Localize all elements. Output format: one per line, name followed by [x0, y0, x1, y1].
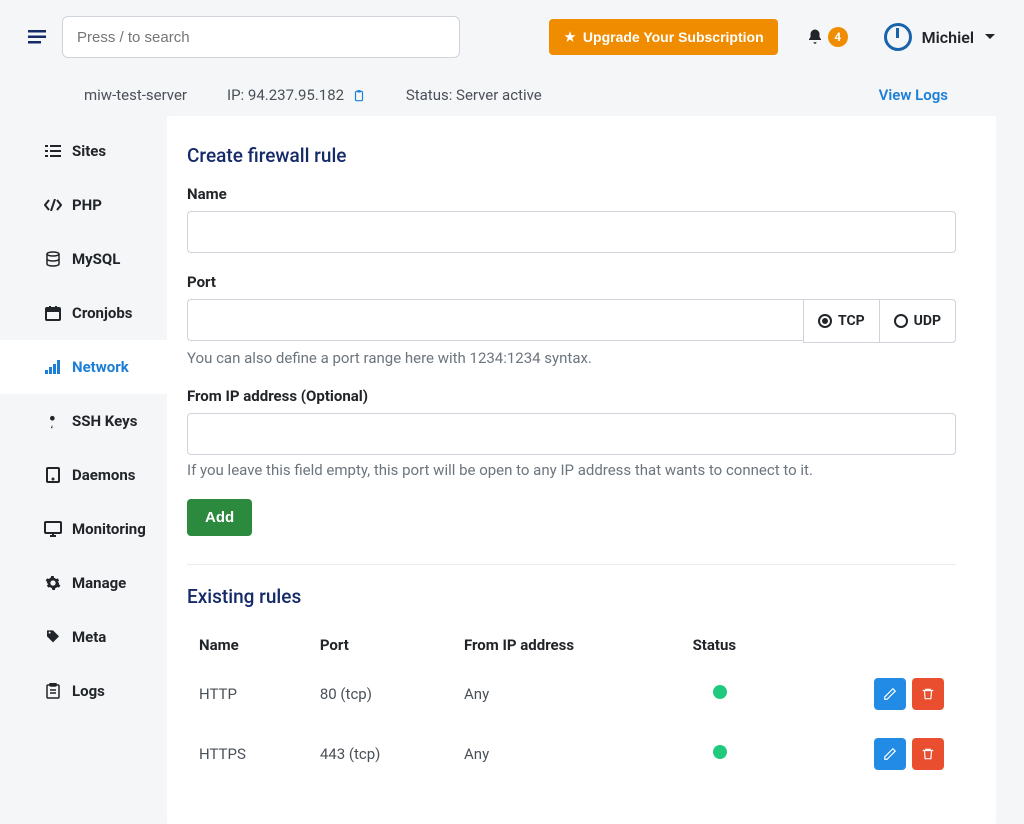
add-button[interactable]: Add [187, 499, 252, 536]
table-row: HTTPS 443 (tcp) Any [187, 724, 956, 784]
main-content: Create firewall rule Name Port TCP UDP [167, 116, 996, 824]
port-label: Port [187, 273, 956, 291]
table-row: HTTP 80 (tcp) Any [187, 664, 956, 724]
star-icon [563, 30, 577, 44]
list-icon [44, 144, 62, 158]
status-active-icon [713, 745, 727, 759]
sidebar-item-daemons[interactable]: Daemons [0, 448, 167, 502]
col-status: Status [681, 626, 796, 664]
view-logs-link[interactable]: View Logs [879, 86, 996, 104]
fromip-label: From IP address (Optional) [187, 387, 956, 405]
menu-toggle-icon[interactable] [28, 30, 46, 44]
sidebar-item-mysql[interactable]: MySQL [0, 232, 167, 286]
existing-title: Existing rules [187, 585, 956, 608]
delete-button[interactable] [912, 678, 944, 710]
fromip-help-text: If you leave this field empty, this port… [187, 461, 956, 479]
notifications-button[interactable]: 4 [806, 27, 848, 47]
bell-icon [806, 27, 824, 47]
notification-count: 4 [828, 27, 848, 47]
sidebar-item-network[interactable]: Network [0, 340, 167, 394]
protocol-tcp-radio[interactable]: TCP [804, 300, 879, 342]
divider [187, 564, 956, 565]
sidebar-item-manage[interactable]: Manage [0, 556, 167, 610]
sidebar-item-sites[interactable]: Sites [0, 124, 167, 178]
sidebar-item-sshkeys[interactable]: SSH Keys [0, 394, 167, 448]
sidebar-item-meta[interactable]: Meta [0, 610, 167, 664]
sidebar-item-monitoring[interactable]: Monitoring [0, 502, 167, 556]
gear-icon [44, 575, 62, 591]
edit-button[interactable] [874, 738, 906, 770]
calendar-icon [44, 305, 62, 321]
tag-icon [44, 629, 62, 645]
protocol-udp-radio[interactable]: UDP [879, 300, 955, 342]
status-active-icon [713, 685, 727, 699]
server-ip: IP: 94.237.95.182 [227, 86, 366, 104]
user-name: Michiel [922, 28, 974, 47]
name-input[interactable] [187, 211, 956, 253]
form-title: Create firewall rule [187, 144, 956, 167]
key-icon [44, 413, 62, 429]
sidebar-item-logs[interactable]: Logs [0, 664, 167, 718]
server-name: miw-test-server [84, 86, 187, 104]
port-input[interactable] [187, 299, 803, 341]
chevron-down-icon [984, 33, 996, 41]
search-input[interactable] [62, 16, 460, 58]
sidebar-item-php[interactable]: PHP [0, 178, 167, 232]
clipboard-icon[interactable] [352, 86, 366, 104]
delete-button[interactable] [912, 738, 944, 770]
upgrade-label: Upgrade Your Subscription [583, 29, 764, 45]
clipboard-list-icon [44, 683, 62, 699]
radio-checked-icon [818, 314, 832, 328]
server-status: Status: Server active [406, 86, 542, 104]
name-label: Name [187, 185, 956, 203]
sidebar: Sites PHP MySQL Cronjobs Network SSH Key… [0, 116, 167, 824]
user-menu[interactable]: Michiel [884, 23, 996, 51]
rules-table: Name Port From IP address Status HTTP 80… [187, 626, 956, 784]
col-port: Port [308, 626, 452, 664]
code-icon [44, 199, 62, 211]
upgrade-button[interactable]: Upgrade Your Subscription [549, 19, 778, 55]
fromip-input[interactable] [187, 413, 956, 455]
signal-icon [44, 360, 62, 374]
port-help-text: You can also define a port range here wi… [187, 349, 956, 367]
sidebar-item-cronjobs[interactable]: Cronjobs [0, 286, 167, 340]
radio-unchecked-icon [894, 314, 908, 328]
power-icon [884, 23, 912, 51]
col-name: Name [187, 626, 308, 664]
database-icon [44, 251, 62, 267]
col-from: From IP address [452, 626, 681, 664]
edit-button[interactable] [874, 678, 906, 710]
monitor-icon [44, 521, 62, 537]
tablet-icon [44, 467, 62, 483]
